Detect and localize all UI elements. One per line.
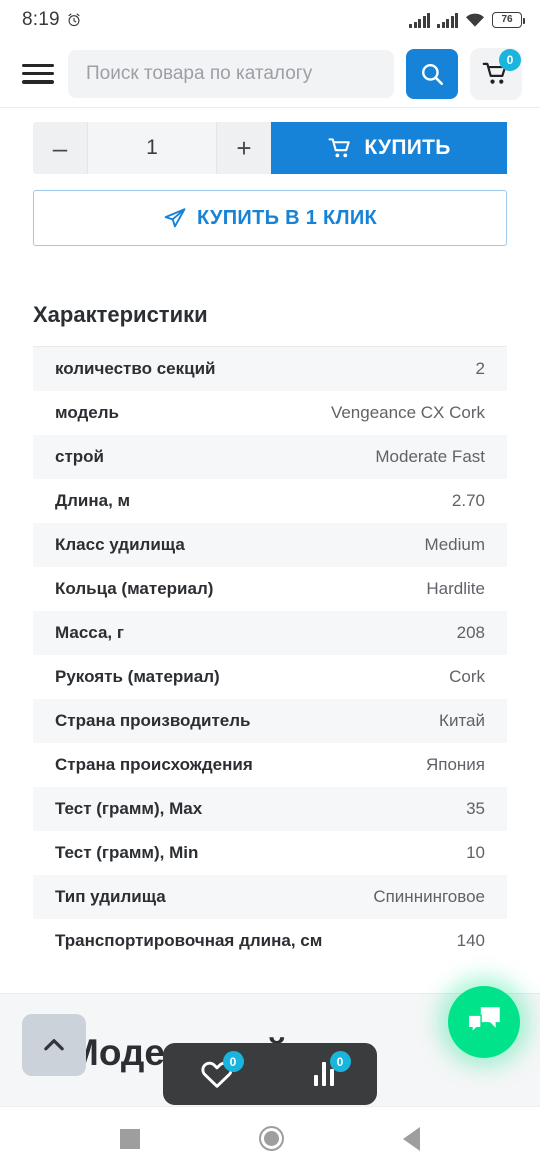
- spec-key: Транспортировочная длина, см: [55, 931, 323, 950]
- buy-button[interactable]: КУПИТЬ: [271, 122, 507, 174]
- spec-key: Длина, м: [55, 491, 131, 510]
- spec-key: Страна производитель: [55, 711, 251, 730]
- spec-key: Тест (грамм), Max: [55, 799, 203, 818]
- search-icon: [422, 63, 444, 85]
- spec-value: Moderate Fast: [375, 447, 485, 466]
- compare-count-badge: 0: [329, 1051, 351, 1072]
- spec-key: строй: [55, 447, 104, 466]
- status-bar: 8:19 76: [0, 0, 540, 40]
- spec-row: Тест (грамм), Min 10: [33, 831, 507, 875]
- chat-bubbles-icon: [467, 1007, 500, 1035]
- compare-button[interactable]: 0: [295, 1051, 353, 1095]
- battery-level: 76: [501, 14, 513, 25]
- spec-value: Hardlite: [426, 579, 485, 598]
- spec-value: 208: [456, 623, 485, 642]
- spec-row: количество секций 2: [33, 347, 507, 391]
- spec-row: строй Moderate Fast: [33, 435, 507, 479]
- spec-value: Vengeance CX Cork: [330, 403, 485, 422]
- favorites-button[interactable]: 0: [188, 1051, 246, 1095]
- spec-value: Япония: [425, 755, 485, 774]
- search-button[interactable]: [406, 48, 458, 99]
- search-placeholder: Поиск товара по каталогу: [86, 62, 313, 84]
- status-bar-right: 76: [409, 12, 525, 28]
- floating-action-pill: 0 0: [163, 1043, 377, 1105]
- spec-key: Страна происхождения: [55, 755, 253, 774]
- spec-row: Страна производитель Китай: [33, 699, 507, 743]
- spec-key: Тест (грамм), Min: [55, 843, 199, 862]
- spec-row: Длина, м 2.70: [33, 479, 507, 523]
- quantity-value[interactable]: 1: [87, 122, 217, 174]
- spec-key: Класс удилища: [55, 535, 185, 554]
- scroll-to-top-button[interactable]: [22, 1014, 86, 1076]
- signal-bars-sim2-icon: [437, 12, 458, 28]
- cart-count-badge: 0: [499, 48, 521, 71]
- spec-key: Масса, г: [55, 623, 124, 642]
- search-input[interactable]: Поиск товара по каталогу: [68, 49, 394, 98]
- spec-value: 35: [466, 799, 485, 818]
- specs-title: Характеристики: [33, 302, 208, 327]
- chevron-up-icon: [44, 1039, 64, 1051]
- spec-value: Medium: [424, 535, 485, 554]
- purchase-row: – 1 + КУПИТЬ: [33, 122, 507, 174]
- spec-value: 10: [466, 843, 485, 862]
- android-navigation-bar: [0, 1106, 540, 1170]
- status-bar-left: 8:19: [22, 9, 82, 31]
- cart-button[interactable]: 0: [470, 47, 522, 100]
- spec-value: 140: [456, 931, 485, 950]
- signal-bars-sim1-icon: [409, 12, 430, 28]
- spec-row: Страна происхождения Япония: [33, 743, 507, 787]
- cart-icon: [328, 137, 351, 157]
- spec-key: Кольца (материал): [55, 579, 214, 598]
- spec-value: 2: [475, 359, 485, 378]
- status-time: 8:19: [22, 9, 60, 30]
- spec-row: Кольца (материал) Hardlite: [33, 567, 507, 611]
- alarm-icon: [68, 13, 80, 27]
- spec-key: модель: [55, 403, 120, 422]
- quantity-increase-button[interactable]: +: [217, 122, 271, 174]
- spec-key: Рукоять (материал): [55, 667, 220, 686]
- battery-icon: 76: [492, 12, 525, 28]
- spec-value: Cork: [449, 667, 485, 686]
- buy-one-click-button[interactable]: КУПИТЬ В 1 КЛИК: [33, 190, 507, 246]
- spec-row: Тип удилища Спиннинговое: [33, 875, 507, 919]
- quantity-decrease-button[interactable]: –: [33, 122, 87, 174]
- spec-value: 2.70: [451, 491, 485, 510]
- buy-button-label: КУПИТЬ: [364, 136, 451, 159]
- spec-value: Спиннинговое: [373, 887, 485, 906]
- spec-key: Тип удилища: [55, 887, 166, 906]
- spec-row: Рукоять (материал) Cork: [33, 655, 507, 699]
- buy-one-click-label: КУПИТЬ В 1 КЛИК: [196, 206, 378, 229]
- back-button[interactable]: [403, 1126, 421, 1151]
- spec-key: количество секций: [55, 359, 216, 378]
- recents-button[interactable]: [119, 1128, 140, 1149]
- spec-row: модель Vengeance CX Cork: [33, 391, 507, 435]
- quantity-stepper: – 1 +: [33, 122, 271, 174]
- wifi-icon: [466, 13, 484, 27]
- spec-row: Масса, г 208: [33, 611, 507, 655]
- chat-button[interactable]: [448, 986, 520, 1058]
- menu-button[interactable]: [20, 61, 56, 87]
- favorites-count-badge: 0: [222, 1051, 244, 1072]
- spec-row: Класс удилища Medium: [33, 523, 507, 567]
- spec-value: Китай: [439, 711, 485, 730]
- spec-row: Транспортировочная длина, см 140: [33, 919, 507, 963]
- home-button[interactable]: [258, 1126, 284, 1151]
- specs-table: количество секций 2 модель Vengeance CX Cor…: [33, 346, 507, 963]
- paper-plane-icon: [164, 208, 186, 228]
- spec-row: Тест (грамм), Max 35: [33, 787, 507, 831]
- app-header: Поиск товара по каталогу 0: [0, 40, 540, 108]
